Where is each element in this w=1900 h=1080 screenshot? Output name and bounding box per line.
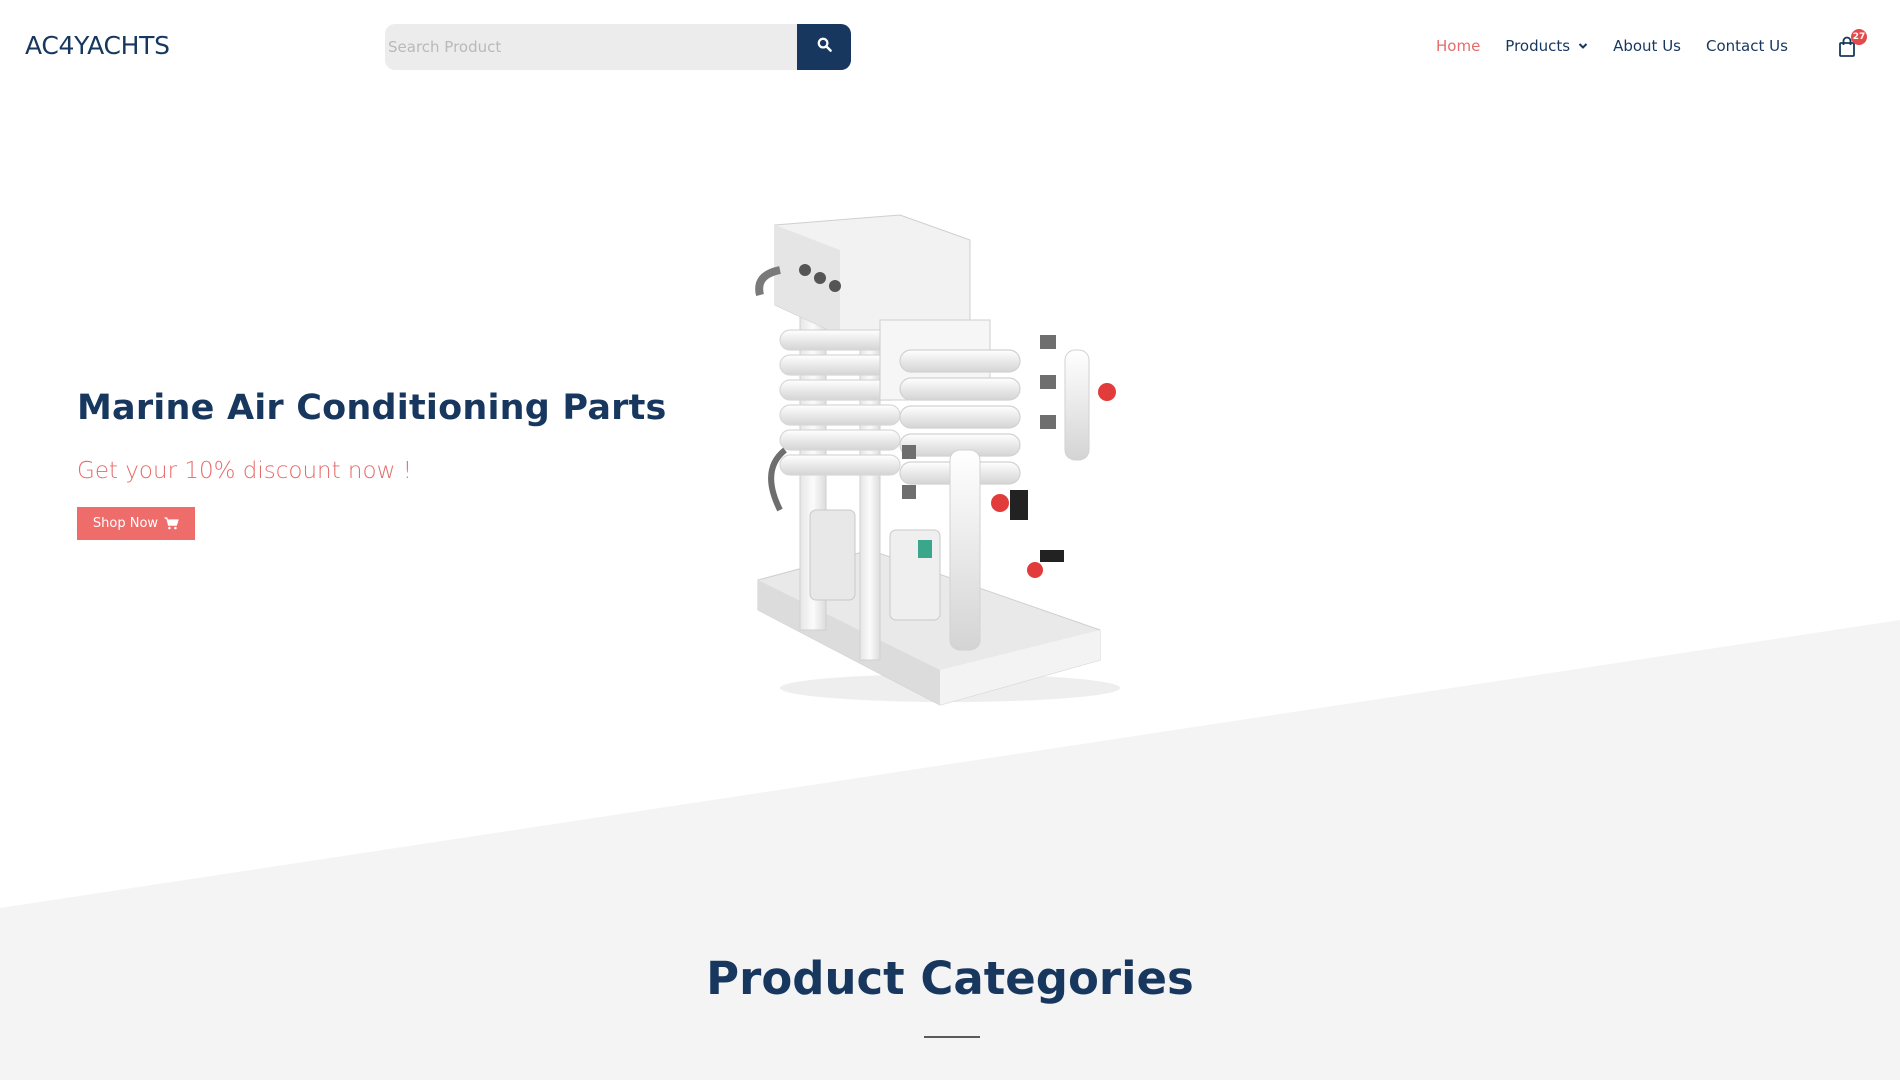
hero-title: Marine Air Conditioning Parts [77,388,667,428]
search-button[interactable] [797,24,851,70]
search-input[interactable] [385,24,797,70]
nav-about[interactable]: About Us [1613,37,1681,55]
nav-products[interactable]: Products [1505,37,1588,55]
nav-contact[interactable]: Contact Us [1706,37,1788,55]
chevron-down-icon [1578,42,1588,50]
cart-icon [164,517,179,530]
section-divider [924,1036,980,1038]
site-logo[interactable]: AC4YACHTS [25,31,170,60]
cart-button[interactable]: 27 [1838,29,1867,62]
shop-now-label: Shop Now [92,516,159,531]
nav-products-label: Products [1505,37,1571,55]
search-bar [385,24,851,70]
cart-count-badge: 27 [1851,29,1867,45]
nav-home[interactable]: Home [1436,37,1480,55]
product-categories-title: Product Categories [706,952,1194,1005]
shop-now-button[interactable]: Shop Now [77,507,195,540]
site-header: AC4YACHTS Home Products About Us Contact… [0,0,1900,96]
hero-subtitle: Get your 10% discount now ! [77,458,412,484]
marine-ac-unit-image [755,214,1120,706]
search-icon [817,37,832,57]
main-nav: Home Products About Us Contact Us [1436,37,1813,55]
shopping-bag-icon [1838,36,1856,62]
